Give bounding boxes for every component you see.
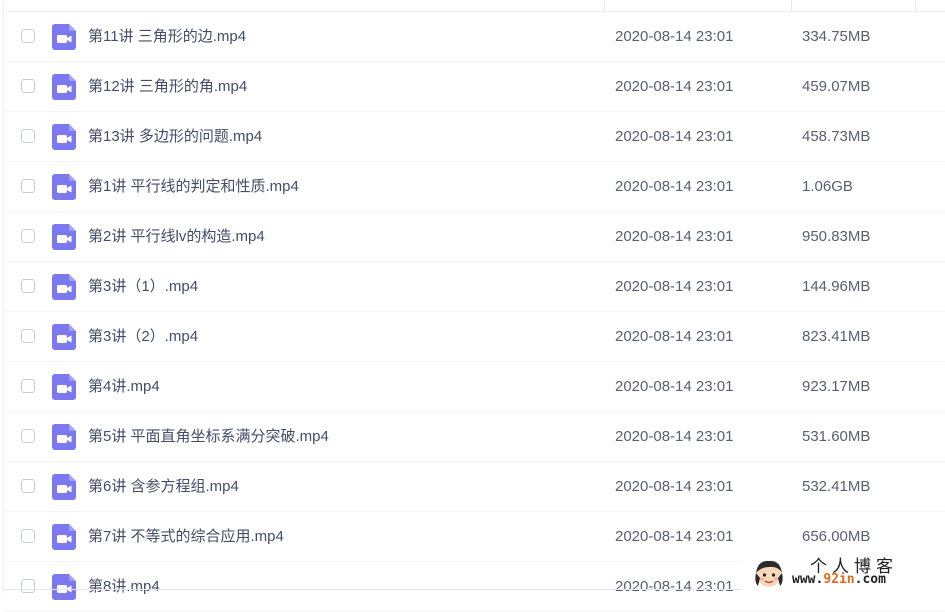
file-size: 144.96MB	[802, 278, 871, 295]
row-checkbox[interactable]	[21, 229, 35, 243]
file-size: 1.06GB	[802, 178, 853, 195]
video-file-icon	[52, 274, 76, 300]
blog-watermark: 个人博客 www.92in.com	[742, 550, 945, 593]
file-name[interactable]: 第12讲 三角形的角.mp4	[88, 78, 247, 96]
watermark-url: www.92in.com	[792, 572, 886, 587]
list-bottom-border	[4, 589, 745, 590]
row-checkbox[interactable]	[21, 479, 35, 493]
file-modified-time: 2020-08-14 23:01	[615, 528, 734, 545]
video-file-icon	[52, 574, 76, 600]
video-file-icon	[52, 324, 76, 350]
file-name[interactable]: 第11讲 三角形的边.mp4	[88, 28, 246, 46]
file-size: 950.83MB	[802, 228, 871, 245]
file-name[interactable]: 第5讲 平面直角坐标系满分突破.mp4	[88, 428, 329, 446]
row-checkbox[interactable]	[21, 79, 35, 93]
row-checkbox[interactable]	[21, 179, 35, 193]
file-modified-time: 2020-08-14 23:01	[615, 328, 734, 345]
row-checkbox[interactable]	[21, 579, 35, 593]
video-file-icon	[52, 174, 76, 200]
video-file-icon	[52, 474, 76, 500]
file-row[interactable]: 第2讲 平行线lv的构造.mp4 2020-08-14 23:01 950.83…	[4, 212, 945, 262]
file-name[interactable]: 第1讲 平行线的判定和性质.mp4	[88, 178, 299, 196]
file-name[interactable]: 第2讲 平行线lv的构造.mp4	[88, 228, 265, 246]
video-file-icon	[52, 24, 76, 50]
file-size: 531.60MB	[802, 428, 871, 445]
video-file-icon	[52, 374, 76, 400]
row-checkbox[interactable]	[21, 429, 35, 443]
file-row[interactable]: 第12讲 三角形的角.mp4 2020-08-14 23:01 459.07MB	[4, 62, 945, 112]
file-size: 823.41MB	[802, 328, 871, 345]
list-header	[4, 0, 945, 12]
file-row[interactable]: 第3讲（2）.mp4 2020-08-14 23:01 823.41MB	[4, 312, 945, 362]
file-modified-time: 2020-08-14 23:01	[615, 278, 734, 295]
file-name[interactable]: 第3讲（1）.mp4	[88, 278, 198, 296]
file-size: 459.07MB	[802, 78, 871, 95]
file-name[interactable]: 第3讲（2）.mp4	[88, 328, 198, 346]
file-row[interactable]: 第4讲.mp4 2020-08-14 23:01 923.17MB	[4, 362, 945, 412]
file-modified-time: 2020-08-14 23:01	[615, 478, 734, 495]
video-file-icon	[52, 224, 76, 250]
file-name[interactable]: 第13讲 多边形的问题.mp4	[88, 128, 262, 146]
file-size: 334.75MB	[802, 28, 871, 45]
header-divider	[791, 0, 792, 11]
file-size: 656.00MB	[802, 528, 871, 545]
file-name[interactable]: 第8讲.mp4	[88, 578, 160, 596]
row-checkbox[interactable]	[21, 529, 35, 543]
file-size: 532.41MB	[802, 478, 871, 495]
file-row[interactable]: 第3讲（1）.mp4 2020-08-14 23:01 144.96MB	[4, 262, 945, 312]
header-divider	[915, 0, 916, 11]
file-name[interactable]: 第7讲 不等式的综合应用.mp4	[88, 528, 284, 546]
row-checkbox[interactable]	[21, 279, 35, 293]
file-name[interactable]: 第4讲.mp4	[88, 378, 160, 396]
file-list: 第11讲 三角形的边.mp4 2020-08-14 23:01 334.75MB…	[4, 12, 945, 612]
watermark-url-prefix: www.	[792, 572, 824, 587]
file-row[interactable]: 第13讲 多边形的问题.mp4 2020-08-14 23:01 458.73M…	[4, 112, 945, 162]
file-modified-time: 2020-08-14 23:01	[615, 428, 734, 445]
file-modified-time: 2020-08-14 23:01	[615, 378, 734, 395]
video-file-icon	[52, 74, 76, 100]
header-divider	[604, 0, 605, 11]
file-modified-time: 2020-08-14 23:01	[615, 128, 734, 145]
file-modified-time: 2020-08-14 23:01	[615, 178, 734, 195]
watermark-url-suffix: .com	[854, 572, 886, 587]
row-checkbox[interactable]	[21, 29, 35, 43]
file-row[interactable]: 第5讲 平面直角坐标系满分突破.mp4 2020-08-14 23:01 531…	[4, 412, 945, 462]
row-checkbox[interactable]	[21, 379, 35, 393]
file-row[interactable]: 第11讲 三角形的边.mp4 2020-08-14 23:01 334.75MB	[4, 12, 945, 62]
file-modified-time: 2020-08-14 23:01	[615, 78, 734, 95]
file-size: 458.73MB	[802, 128, 871, 145]
file-name[interactable]: 第6讲 含参方程组.mp4	[88, 478, 239, 496]
row-checkbox[interactable]	[21, 329, 35, 343]
file-modified-time: 2020-08-14 23:01	[615, 228, 734, 245]
row-checkbox[interactable]	[21, 129, 35, 143]
watermark-url-highlight: 92in	[823, 572, 855, 587]
file-modified-time: 2020-08-14 23:01	[615, 578, 734, 595]
video-file-icon	[52, 124, 76, 150]
file-row[interactable]: 第6讲 含参方程组.mp4 2020-08-14 23:01 532.41MB	[4, 462, 945, 512]
video-file-icon	[52, 524, 76, 550]
file-size: 923.17MB	[802, 378, 871, 395]
cartoon-avatar-icon	[755, 560, 783, 587]
file-row[interactable]: 第1讲 平行线的判定和性质.mp4 2020-08-14 23:01 1.06G…	[4, 162, 945, 212]
video-file-icon	[52, 424, 76, 450]
file-modified-time: 2020-08-14 23:01	[615, 28, 734, 45]
